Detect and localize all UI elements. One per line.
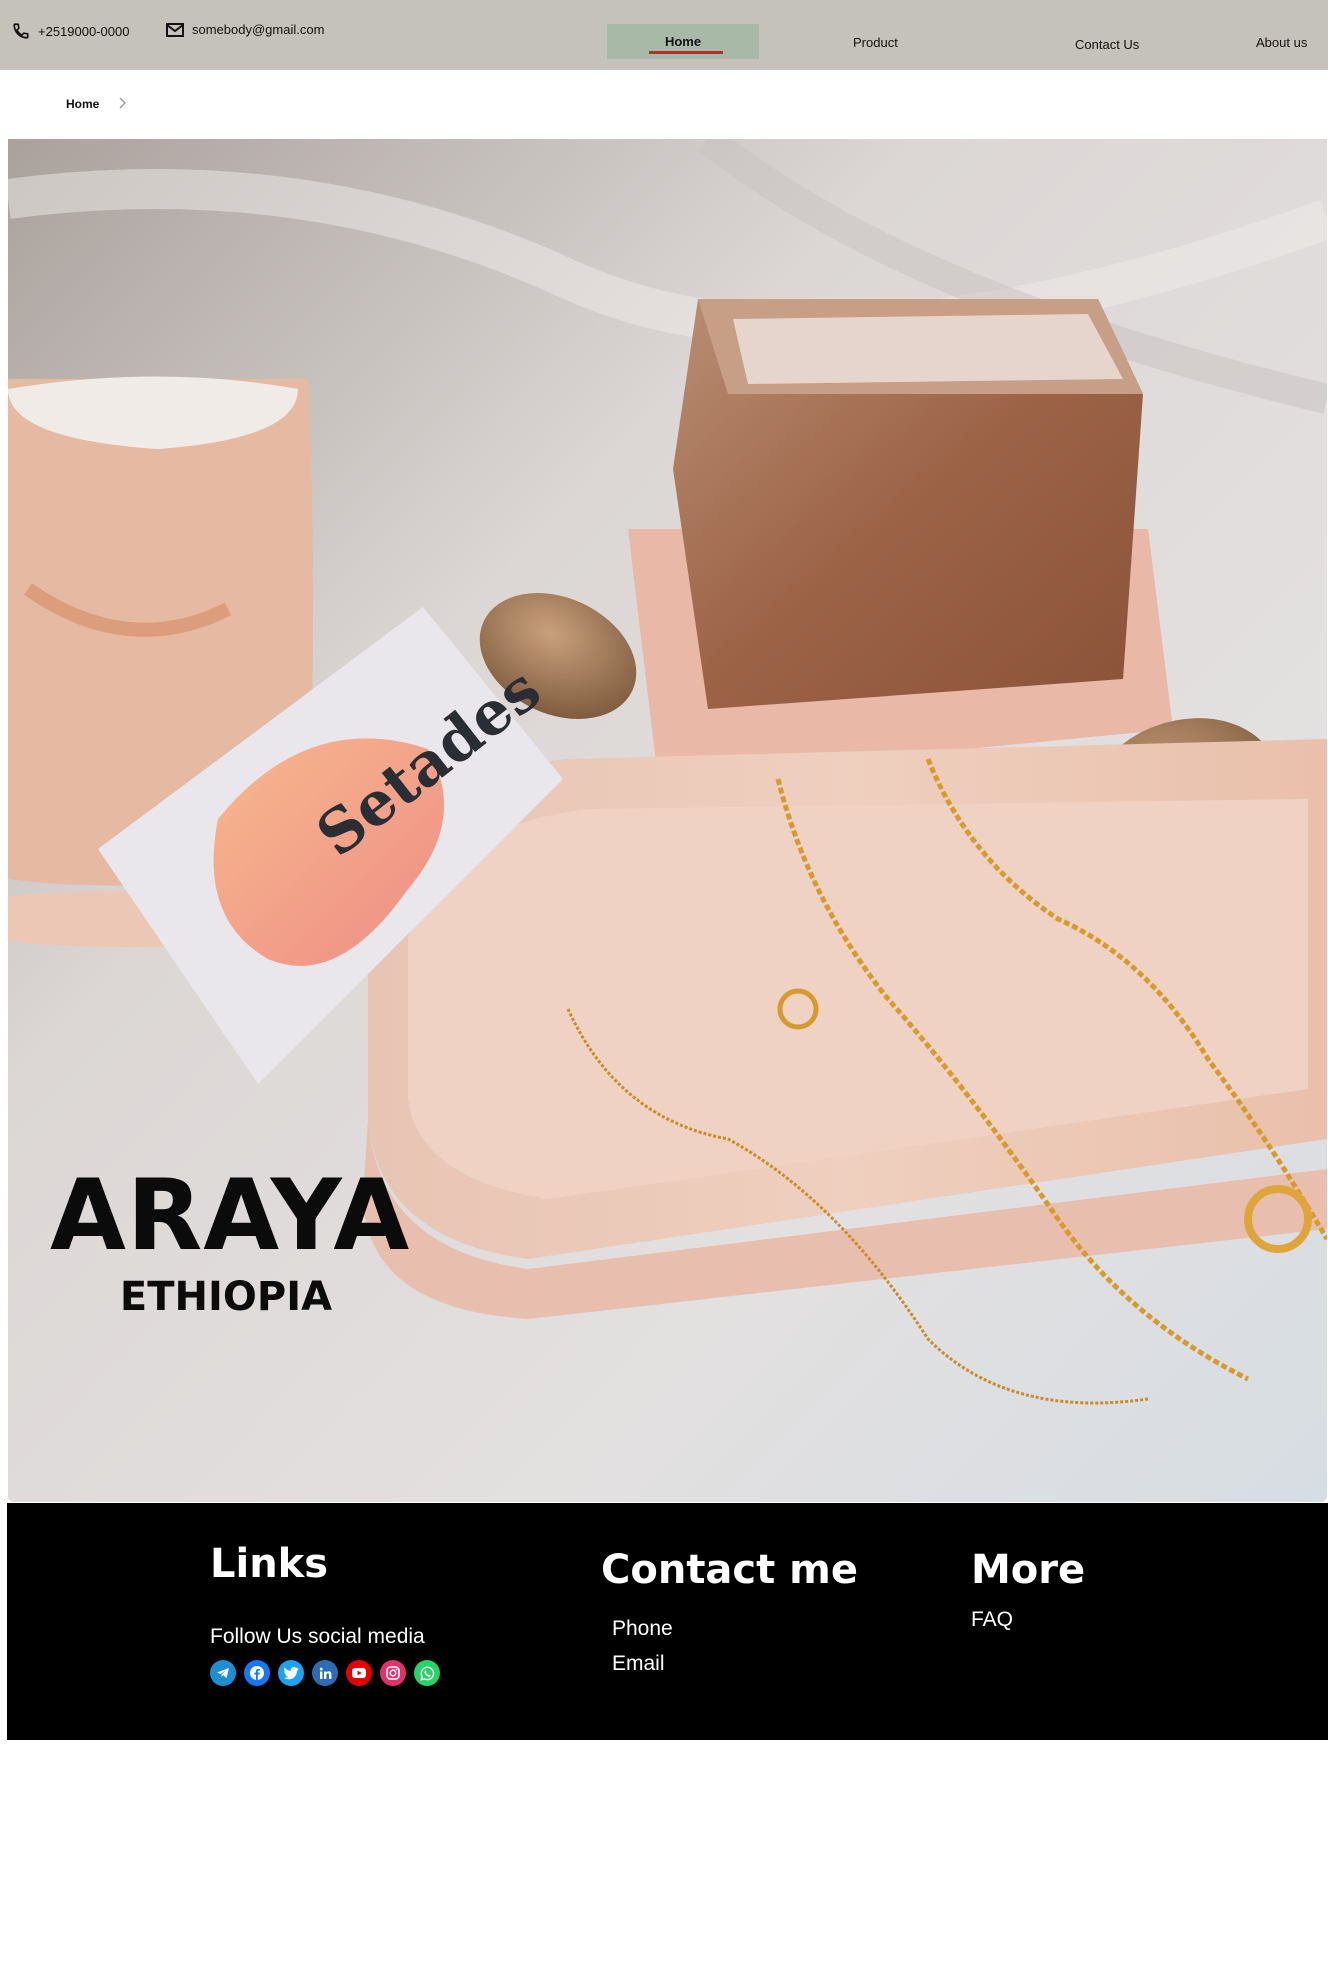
hero-banner: Setades ARAYA ETHIOPIA [8, 139, 1327, 1502]
mail-icon [166, 22, 184, 37]
footer-faq-link[interactable]: FAQ [971, 1608, 1013, 1632]
footer: Links Follow Us social media Contact me … [7, 1503, 1328, 1740]
nav-home-label: Home [664, 34, 702, 49]
facebook-icon[interactable] [244, 1660, 270, 1686]
email-contact[interactable]: somebody@gmail.com [166, 22, 324, 37]
nav-contact-us[interactable]: Contact Us [1075, 37, 1139, 52]
hero-title: ARAYA [50, 1159, 411, 1273]
hero-brand: ARAYA ETHIOPIA [50, 1159, 411, 1320]
telegram-icon[interactable] [210, 1660, 236, 1686]
follow-us-text: Follow Us social media [210, 1625, 425, 1648]
footer-more-heading: More [971, 1547, 1086, 1593]
footer-contact-heading: Contact me [601, 1547, 858, 1593]
breadcrumb-home[interactable]: Home [66, 97, 99, 111]
youtube-icon[interactable] [346, 1660, 372, 1686]
phone-number: +2519000-0000 [38, 23, 130, 39]
email-address: somebody@gmail.com [192, 22, 325, 37]
instagram-icon[interactable] [380, 1660, 406, 1686]
nav-about-us[interactable]: About us [1256, 35, 1307, 50]
nav-home[interactable]: Home [607, 24, 759, 59]
hero-subtitle: ETHIOPIA [119, 1274, 333, 1320]
top-bar: +2519000-0000 somebody@gmail.com Home Pr… [0, 0, 1328, 70]
social-icons [210, 1660, 440, 1686]
footer-links-heading: Links [210, 1541, 329, 1587]
twitter-icon[interactable] [278, 1660, 304, 1686]
active-tab-indicator [649, 51, 723, 54]
linkedin-icon[interactable] [312, 1660, 338, 1686]
nav-product[interactable]: Product [853, 35, 898, 50]
chevron-right-icon [119, 96, 127, 112]
footer-phone-link[interactable]: Phone [612, 1617, 673, 1641]
whatsapp-icon[interactable] [414, 1660, 440, 1686]
phone-icon [12, 22, 30, 40]
breadcrumb: Home [66, 96, 127, 112]
phone-contact[interactable]: +2519000-0000 [12, 22, 129, 40]
footer-email-link[interactable]: Email [612, 1652, 665, 1676]
